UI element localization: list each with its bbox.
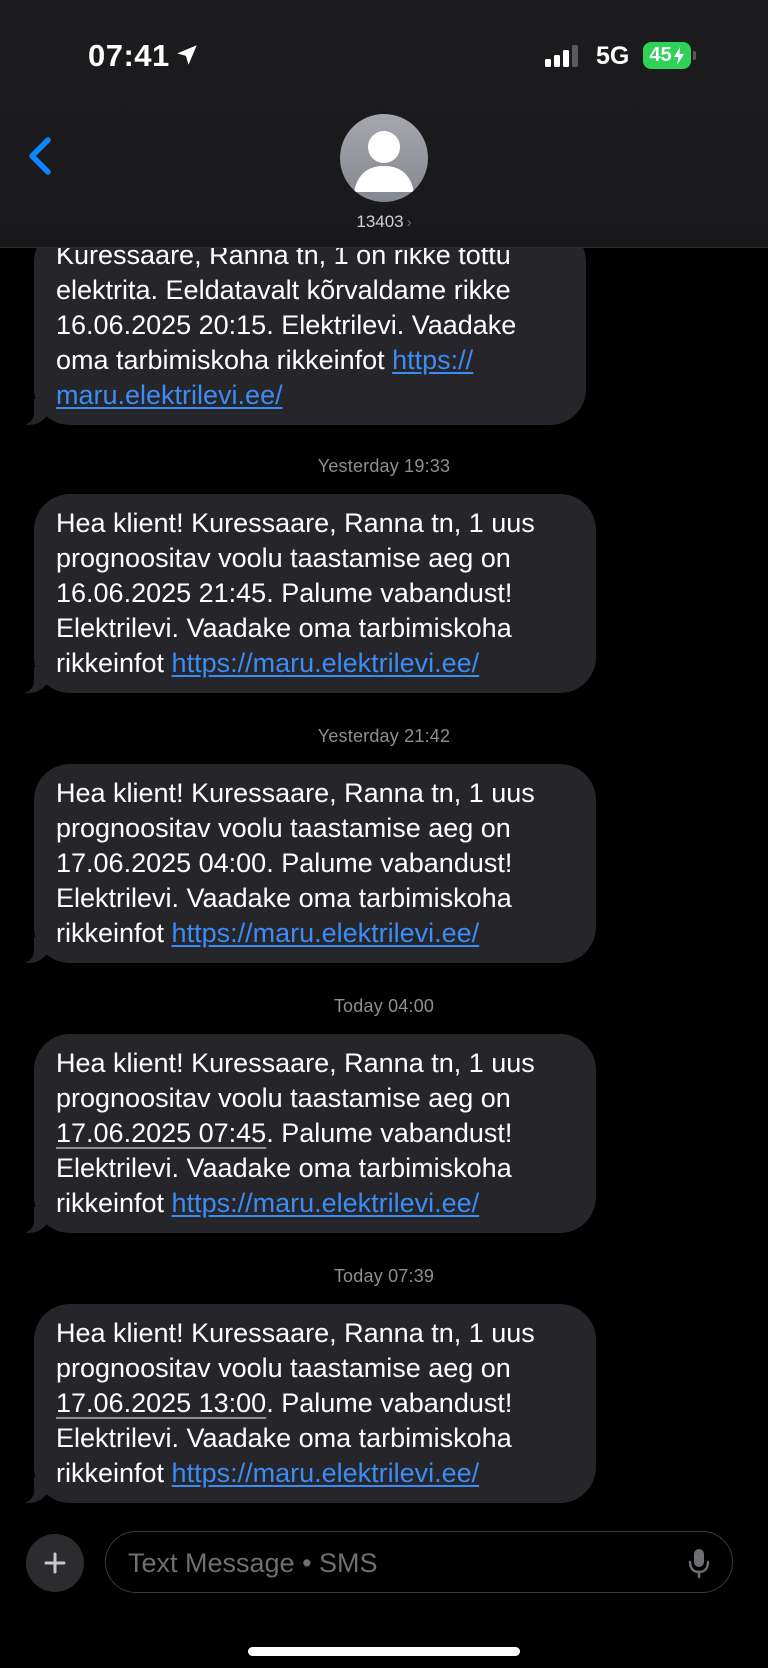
contact-avatar[interactable] — [340, 114, 428, 202]
message-link[interactable]: maru.elektrilevi.ee/ — [56, 380, 283, 410]
message-line: Hea klient! Kuressaare, Ranna tn, 1 uus — [56, 508, 535, 538]
message-input[interactable]: Text Message • SMS — [105, 1531, 733, 1593]
bubble-tail — [21, 1207, 51, 1233]
microphone-icon[interactable] — [688, 1547, 710, 1579]
messages-screen: Kuressaare, Ranna tn, 1 on rikke tõttu e… — [0, 0, 768, 1668]
message-timestamp: Yesterday 19:33 — [317, 456, 451, 476]
message-line: prognoositav voolu taastamise aeg on — [56, 543, 511, 573]
message-line: Elektrilevi. Vaadake oma tarbimiskoha — [56, 1153, 512, 1183]
message-line: Hea klient! Kuressaare, Ranna tn, 1 uus — [56, 1048, 535, 1078]
message-bubble[interactable]: Hea klient! Kuressaare, Ranna tn, 1 uus … — [21, 494, 596, 693]
plus-button[interactable] — [26, 1534, 84, 1592]
message-line: prognoositav voolu taastamise aeg on — [56, 813, 511, 843]
message-text: rikkeinfot — [56, 648, 172, 678]
bubble-tail — [21, 937, 51, 963]
message-link[interactable]: https:// — [392, 345, 473, 375]
contact-name: 13403 — [356, 212, 404, 231]
message-text: . Palume vabandust! — [266, 578, 513, 608]
charging-bolt-icon — [673, 46, 684, 65]
message-bubble[interactable]: Kuressaare, Ranna tn, 1 on rikke tõttu e… — [21, 226, 586, 425]
home-indicator[interactable] — [248, 1647, 520, 1656]
message-line: prognoositav voolu taastamise aeg on — [56, 1083, 511, 1113]
message-line: Hea klient! Kuressaare, Ranna tn, 1 uus — [56, 778, 535, 808]
message-list[interactable]: Kuressaare, Ranna tn, 1 on rikke tõttu e… — [0, 0, 768, 1668]
date-detector[interactable]: 17.06.2025 13:00 — [56, 1388, 266, 1418]
message-line: elektrita. Eeldatavalt kõrvaldame rikke — [56, 275, 511, 305]
chevron-left-icon[interactable] — [26, 134, 56, 178]
bubble-tail — [21, 667, 51, 693]
message-line: Hea klient! Kuressaare, Ranna tn, 1 uus — [56, 1318, 535, 1348]
message-timestamp: Today 07:39 — [333, 1266, 435, 1286]
location-arrow-icon — [177, 45, 197, 65]
bubble-tail — [21, 399, 51, 425]
message-timestamp: Today 04:00 — [333, 996, 435, 1016]
conversation-header: 07:41 5G 45 13403 › — [0, 0, 768, 248]
message-text: oma tarbimiskoha rikkeinfot — [56, 345, 393, 375]
battery-icon: 45 — [643, 42, 691, 69]
date-detector[interactable]: 17.06.2025 07:45 — [56, 1118, 266, 1148]
message-input-placeholder: Text Message • SMS — [128, 1548, 378, 1578]
message-text: . Palume vabandust! — [266, 1118, 513, 1148]
contact-name-button[interactable]: 13403 › — [0, 212, 768, 232]
message-text: rikkeinfot — [56, 1188, 172, 1218]
plus-icon — [44, 1552, 66, 1574]
battery-cap — [693, 51, 696, 60]
message-text: rikkeinfot — [56, 918, 172, 948]
message-text: rikkeinfot — [56, 1458, 172, 1488]
chevron-right-icon: › — [406, 214, 412, 231]
message-link[interactable]: https://maru.elektrilevi.ee/ — [172, 648, 480, 678]
message-line: Elektrilevi. Vaadake oma tarbimiskoha — [56, 613, 512, 643]
network-type: 5G — [596, 42, 630, 70]
message-line: prognoositav voolu taastamise aeg on — [56, 1353, 511, 1383]
battery-level: 45 — [649, 44, 672, 66]
message-timestamp: Yesterday 21:42 — [317, 726, 451, 746]
message-bubble[interactable]: Hea klient! Kuressaare, Ranna tn, 1 uus … — [21, 1304, 596, 1503]
person-icon — [354, 131, 414, 192]
status-time: 07:41 — [88, 38, 170, 73]
message-line: Elektrilevi. Vaadake oma tarbimiskoha — [56, 883, 512, 913]
message-text: . Palume vabandust! — [266, 1388, 513, 1418]
message-bubble[interactable]: Hea klient! Kuressaare, Ranna tn, 1 uus … — [21, 764, 596, 963]
message-link[interactable]: https://maru.elektrilevi.ee/ — [172, 1188, 480, 1218]
message-text: . Palume vabandust! — [266, 848, 513, 878]
message-line: 16.06.2025 20:15. Elektrilevi. Vaadake — [56, 310, 517, 340]
message-bubble[interactable]: Hea klient! Kuressaare, Ranna tn, 1 uus … — [21, 1034, 596, 1233]
message-text: 17.06.2025 04:00 — [56, 848, 267, 878]
message-text: 16.06.2025 21:45 — [56, 578, 267, 608]
message-link[interactable]: https://maru.elektrilevi.ee/ — [172, 1458, 480, 1488]
message-link[interactable]: https://maru.elektrilevi.ee/ — [172, 918, 480, 948]
cellular-signal-icon — [545, 45, 578, 67]
message-line: Elektrilevi. Vaadake oma tarbimiskoha — [56, 1423, 512, 1453]
bubble-tail — [21, 1477, 51, 1503]
